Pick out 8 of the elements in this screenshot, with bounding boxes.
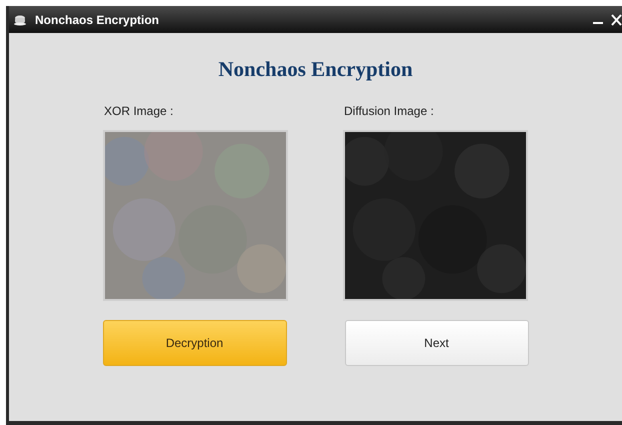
next-button[interactable]: Next <box>344 320 528 366</box>
close-icon[interactable] <box>611 14 622 26</box>
decrypt-button[interactable]: Decryption <box>102 320 286 366</box>
window-title: Nonchaos Encryption <box>35 12 160 26</box>
cup-icon <box>13 14 27 26</box>
image-label: XOR Image : <box>104 104 174 118</box>
image-label: Diffusion Image : <box>344 104 435 118</box>
app-heading: Nonchaos Encryption <box>218 57 413 82</box>
